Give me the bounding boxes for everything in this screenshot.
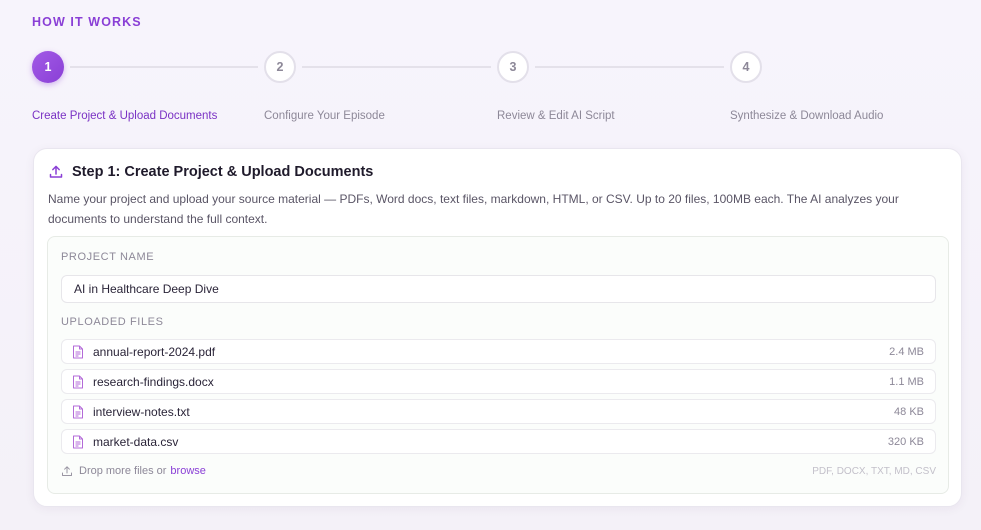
project-name-input[interactable]: AI in Healthcare Deep Dive xyxy=(61,275,936,303)
step-3-label[interactable]: Review & Edit AI Script xyxy=(497,110,615,122)
card-title: Step 1: Create Project & Upload Document… xyxy=(72,164,374,180)
card-description: Name your project and upload your source… xyxy=(48,192,899,226)
step-4-circle[interactable]: 4 xyxy=(730,51,762,83)
step-2-label[interactable]: Configure Your Episode xyxy=(264,110,385,122)
drop-zone[interactable]: Drop more files or browse xyxy=(61,465,206,477)
step-connector xyxy=(70,66,258,68)
file-row[interactable]: research-findings.docx 1.1 MB xyxy=(61,369,936,394)
file-name: market-data.csv xyxy=(93,434,179,449)
file-row[interactable]: market-data.csv 320 KB xyxy=(61,429,936,454)
browse-link[interactable]: browse xyxy=(170,465,205,477)
file-name: interview-notes.txt xyxy=(93,404,190,419)
accepted-formats: PDF, DOCX, TXT, MD, CSV xyxy=(812,466,936,477)
step-connector xyxy=(302,66,491,68)
upload-panel: PROJECT NAME AI in Healthcare Deep Dive … xyxy=(47,236,949,494)
file-row[interactable]: annual-report-2024.pdf 2.4 MB xyxy=(61,339,936,364)
file-row[interactable]: interview-notes.txt 48 KB xyxy=(61,399,936,424)
file-icon xyxy=(73,435,83,448)
step-1-circle[interactable]: 1 xyxy=(32,51,64,83)
file-icon xyxy=(73,345,83,358)
file-size: 320 KB xyxy=(887,435,924,448)
file-size: 1.1 MB xyxy=(889,375,924,388)
step-1-label[interactable]: Create Project & Upload Documents xyxy=(32,110,217,122)
drop-text: Drop more files or xyxy=(79,465,167,477)
uploaded-files-label: UPLOADED FILES xyxy=(61,316,164,328)
stepper: 1 2 3 4 Create Project & Upload Document… xyxy=(0,0,981,130)
upload-icon xyxy=(62,466,72,476)
file-name: research-findings.docx xyxy=(93,374,214,389)
step-connector xyxy=(535,66,724,68)
upload-icon xyxy=(49,165,63,178)
step-3-circle[interactable]: 3 xyxy=(497,51,529,83)
step-card: Step 1: Create Project & Upload Document… xyxy=(33,148,962,507)
card-header: Step 1: Create Project & Upload Document… xyxy=(48,164,373,180)
file-size: 2.4 MB xyxy=(889,345,924,358)
step-4-label[interactable]: Synthesize & Download Audio xyxy=(730,110,883,122)
file-name: annual-report-2024.pdf xyxy=(93,344,216,359)
file-size: 48 KB xyxy=(894,405,924,418)
file-icon xyxy=(73,405,83,418)
step-2-circle[interactable]: 2 xyxy=(264,51,296,83)
project-name-label: PROJECT NAME xyxy=(61,251,155,263)
file-icon xyxy=(73,375,83,388)
